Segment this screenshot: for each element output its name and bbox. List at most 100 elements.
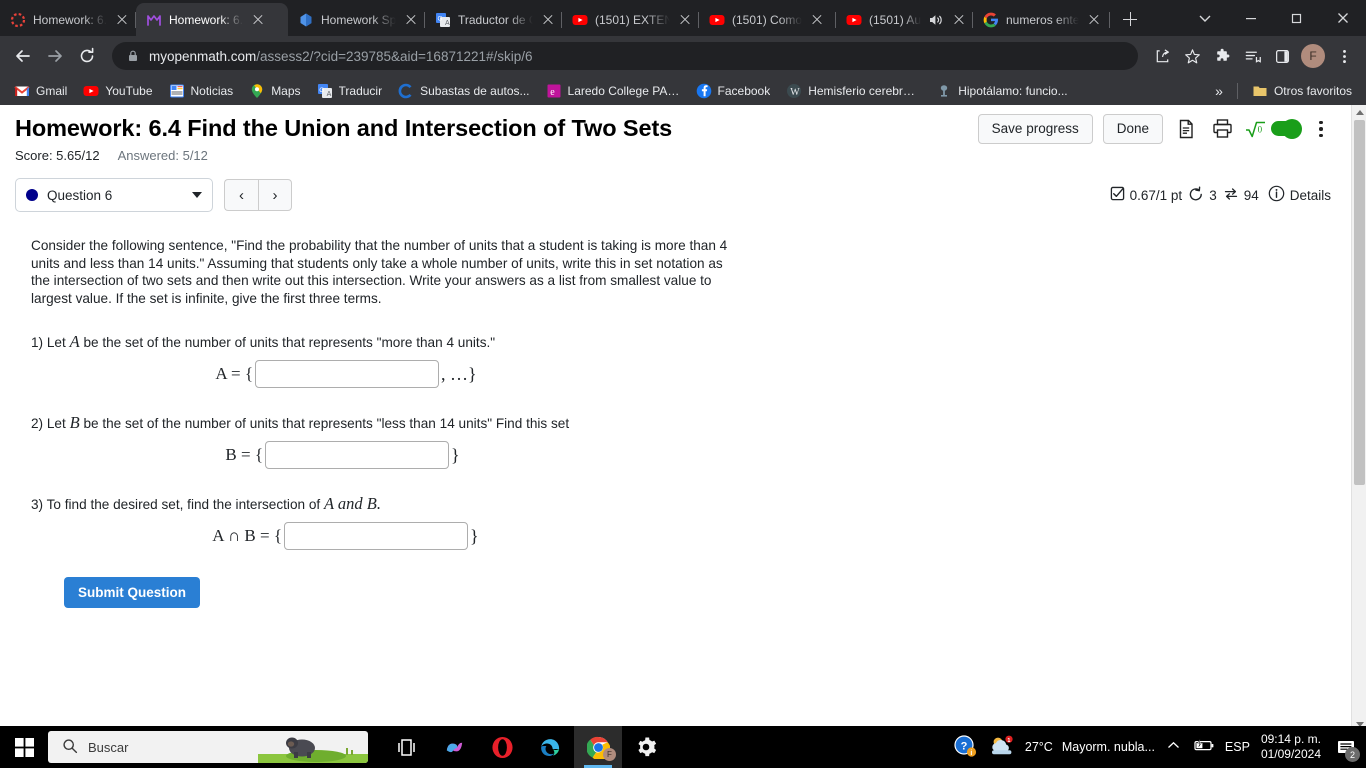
minimize-icon[interactable]: [1228, 2, 1274, 34]
browser-tab-6[interactable]: (1501) Como: [699, 3, 836, 36]
other-bookmarks-folder[interactable]: Otros favoritos: [1244, 80, 1360, 102]
answer-input-a[interactable]: [255, 360, 439, 389]
browser-tab-3[interactable]: Homework Sp: [288, 3, 425, 36]
browser-tab-4[interactable]: AG Traductor de G: [425, 3, 562, 36]
question-nav-row: Question 6 ‹ › 0.67/1 pt 3 94 Details: [0, 175, 1351, 215]
bookmark-gmail[interactable]: Gmail: [6, 80, 75, 102]
side-panel-icon[interactable]: [1268, 42, 1296, 70]
math-mode-toggle[interactable]: 0: [1245, 116, 1302, 142]
language-indicator[interactable]: ESP: [1225, 740, 1250, 754]
bookmark-maps[interactable]: Maps: [241, 80, 308, 102]
tab-strip: Homework: 6. Homework: 6. Homework Sp AG: [0, 0, 1366, 36]
bookmark-subastas[interactable]: Subastas de autos...: [390, 80, 537, 102]
facebook-icon: [696, 83, 712, 99]
part-3-text: 3) To find the desired set, find the int…: [31, 494, 1331, 514]
battery-charging-icon[interactable]: [1192, 738, 1214, 756]
opera-icon[interactable]: [478, 726, 526, 768]
google-maps-icon: [249, 83, 265, 99]
bookmark-traducir[interactable]: AG Traducir: [309, 80, 391, 102]
toggle-switch[interactable]: [1271, 118, 1302, 139]
speaker-audio-icon[interactable]: [928, 12, 944, 28]
taskbar-search-box[interactable]: Buscar: [48, 731, 368, 763]
answer-input-intersection[interactable]: [284, 522, 468, 551]
window-controls: [1182, 0, 1366, 36]
close-icon[interactable]: [1086, 12, 1102, 28]
chevron-up-icon[interactable]: [1166, 738, 1181, 756]
copilot-icon[interactable]: [430, 726, 478, 768]
bookmark-label: Facebook: [717, 83, 771, 98]
browser-chrome: Homework: 6. Homework: 6. Homework Sp AG: [0, 0, 1366, 105]
browser-tab-5[interactable]: (1501) EXTEN: [562, 3, 699, 36]
close-icon[interactable]: [677, 12, 693, 28]
question-part-2: 2) Let B be the set of the number of uni…: [31, 413, 1331, 470]
lock-icon: [126, 49, 140, 63]
page-scrollbar[interactable]: [1351, 105, 1366, 732]
close-icon[interactable]: [540, 12, 556, 28]
assessment-header: Homework: 6.4 Find the Union and Interse…: [0, 105, 1351, 163]
answer-input-b[interactable]: [265, 441, 449, 470]
browser-tab-7[interactable]: (1501) Au: [836, 3, 973, 36]
retry-icon: [1188, 186, 1204, 205]
scroll-up-arrow[interactable]: [1352, 105, 1366, 120]
back-icon[interactable]: [8, 41, 38, 71]
forward-icon[interactable]: [40, 41, 70, 71]
equation-tail: }: [451, 444, 460, 465]
start-button[interactable]: [0, 726, 48, 768]
tab-title: Traductor de G: [458, 12, 533, 27]
bookmark-noticias[interactable]: Noticias: [161, 80, 242, 102]
submit-question-button[interactable]: Submit Question: [64, 577, 200, 609]
settings-icon[interactable]: [622, 726, 670, 768]
bookmark-laredo-college[interactable]: e Laredo College PAS...: [538, 80, 688, 102]
canvas-icon: [10, 12, 26, 28]
browser-tab-8[interactable]: numeros ente: [973, 3, 1110, 36]
close-icon[interactable]: [403, 12, 419, 28]
next-question-button[interactable]: ›: [258, 179, 292, 211]
bookmark-youtube[interactable]: YouTube: [75, 80, 160, 102]
bookmark-facebook[interactable]: Facebook: [688, 80, 779, 102]
bookmarks-bar: Gmail YouTube Noticias Maps AG Traducir: [0, 76, 1366, 105]
equation-lead: A ∩ B = {: [212, 526, 282, 546]
reading-list-icon[interactable]: [1238, 42, 1266, 70]
chrome-icon[interactable]: F: [574, 726, 622, 768]
close-icon[interactable]: [114, 12, 130, 28]
scrollbar-thumb[interactable]: [1354, 120, 1365, 485]
reload-icon[interactable]: [72, 41, 102, 71]
bookmark-label: Maps: [271, 83, 301, 98]
profile-avatar[interactable]: F: [1301, 44, 1325, 68]
close-icon[interactable]: [250, 12, 266, 28]
browser-tab-2-active[interactable]: Homework: 6.: [136, 3, 288, 36]
folder-icon: [1252, 83, 1268, 99]
prev-question-button[interactable]: ‹: [224, 179, 258, 211]
bookmark-star-icon[interactable]: [1178, 42, 1206, 70]
browser-tab-1[interactable]: Homework: 6.: [0, 3, 136, 36]
help-circle-icon[interactable]: ? i: [953, 734, 977, 761]
bookmarks-overflow-chevrons[interactable]: »: [1207, 83, 1231, 99]
restore-icon[interactable]: [1274, 2, 1320, 34]
bookmark-hipotalamo[interactable]: Hipotálamo: funcio...: [928, 80, 1075, 102]
notifications-button[interactable]: 2: [1332, 726, 1360, 768]
tab-search-chevron-icon[interactable]: [1182, 2, 1228, 34]
question-select-dropdown[interactable]: Question 6: [15, 178, 213, 212]
close-icon[interactable]: [809, 12, 825, 28]
edge-icon[interactable]: [526, 726, 574, 768]
kebab-menu-icon[interactable]: [1311, 120, 1331, 137]
other-bookmarks-label: Otros favoritos: [1273, 83, 1352, 98]
close-icon[interactable]: [951, 12, 967, 28]
done-button[interactable]: Done: [1102, 114, 1163, 144]
save-progress-button[interactable]: Save progress: [977, 114, 1093, 144]
share-icon[interactable]: [1148, 42, 1176, 70]
address-bar[interactable]: myopenmath.com/assess2/?cid=239785&aid=1…: [112, 42, 1138, 70]
question-part-1: 1) Let A be the set of the number of uni…: [31, 332, 1331, 389]
weather-widget[interactable]: 1 27°C Mayorm. nubla...: [988, 734, 1155, 761]
clock[interactable]: 09:14 p. m. 01/09/2024: [1261, 732, 1321, 762]
chrome-menu-kebab-icon[interactable]: [1330, 42, 1358, 70]
divider: [1236, 82, 1238, 99]
close-icon[interactable]: [1320, 2, 1366, 34]
details-link[interactable]: Details: [1268, 185, 1331, 205]
document-icon[interactable]: [1173, 116, 1199, 142]
task-view-icon[interactable]: [382, 726, 430, 768]
new-tab-button[interactable]: [1116, 5, 1144, 33]
extensions-puzzle-icon[interactable]: [1208, 42, 1236, 70]
bookmark-hemisferio-cerebral[interactable]: W Hemisferio cerebral...: [778, 80, 928, 102]
print-icon[interactable]: [1209, 116, 1235, 142]
